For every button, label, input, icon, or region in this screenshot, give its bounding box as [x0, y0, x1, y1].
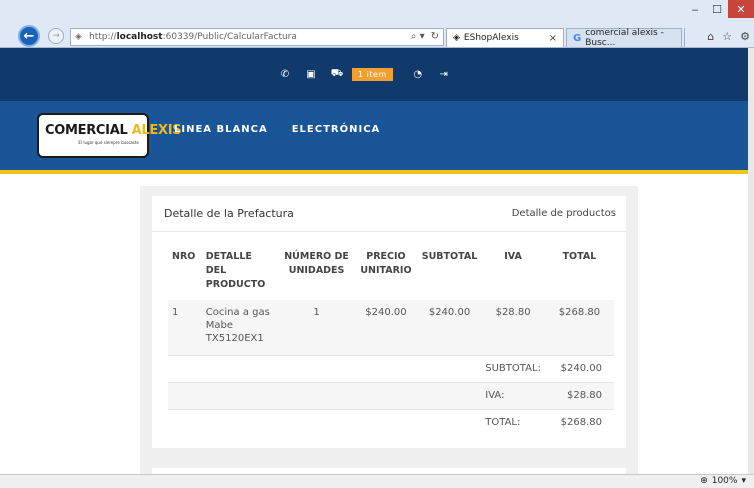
summary-spacer: [168, 381, 482, 409]
page-icon: ◈: [75, 32, 82, 42]
cell-producto: Cocina a gas Mabe TX5120EX1: [201, 300, 280, 355]
zoom-control[interactable]: ⊕ 100% ▾: [700, 476, 746, 486]
summary-spacer: [168, 354, 482, 382]
tab-label: comercial alexis - Busc...: [585, 28, 664, 48]
invoice-table-wrap: NRO DETALLE DEL PRODUCTO NÚMERO DE UNIDA…: [168, 248, 614, 436]
summary-total-value: $268.80: [544, 408, 614, 436]
tab-favicon-icon: ◈: [453, 33, 460, 43]
url-path: :60339/Public/CalcularFactura: [162, 32, 297, 42]
site-topbar: ✆ ▣ ⛟ 1 item ◔ ⇥: [0, 48, 754, 101]
chevron-down-icon[interactable]: ▾: [741, 476, 746, 486]
summary-subtotal-value: $240.00: [544, 354, 614, 382]
table-header-row: NRO DETALLE DEL PRODUCTO NÚMERO DE UNIDA…: [168, 248, 614, 300]
col-nro: NRO: [172, 251, 196, 262]
logout-icon[interactable]: ⇥: [431, 69, 457, 80]
cart-count-badge[interactable]: 1 item: [352, 68, 393, 81]
logo[interactable]: COMERCIAL ALEXIS El lugar que siempre bu…: [37, 113, 182, 158]
col-total: TOTAL: [562, 251, 597, 262]
summary-iva-label: IVA:: [481, 381, 545, 409]
panel-header: Detalle de la Prefactura Detalle de prod…: [152, 196, 626, 232]
logo-wordmark: COMERCIAL ALEXIS: [45, 123, 182, 138]
cell-total: $268.80: [544, 300, 614, 355]
minimize-icon[interactable]: ‒: [684, 0, 706, 18]
summary-row-subtotal: SUBTOTAL: $240.00: [168, 354, 614, 382]
summary-total-label: TOTAL:: [481, 408, 545, 436]
summary-row-iva: IVA: $28.80: [168, 381, 614, 409]
invoice-table: NRO DETALLE DEL PRODUCTO NÚMERO DE UNIDA…: [168, 248, 614, 436]
refresh-icon[interactable]: ↻: [431, 31, 439, 42]
cell-nro: 1: [168, 300, 202, 355]
invoice-panel: Detalle de la Prefactura Detalle de prod…: [152, 196, 626, 448]
cart-icon[interactable]: ⛟: [324, 68, 350, 81]
summary-iva-value: $28.80: [544, 381, 614, 409]
cell-precio: $240.00: [354, 300, 418, 355]
col-producto: DETALLE DEL PRODUCTO: [205, 251, 266, 290]
status-bar: ⊕ 100% ▾: [0, 474, 754, 488]
summary-spacer: [168, 408, 482, 436]
new-tab-button[interactable]: [684, 28, 698, 47]
panel-title: Detalle de la Prefactura: [164, 207, 294, 220]
forward-arrow-icon[interactable]: →: [48, 28, 64, 44]
col-subtotal: SUBTOTAL: [421, 251, 478, 262]
address-bar[interactable]: ◈ http://localhost:60339/Public/Calcular…: [70, 28, 444, 46]
nav-item-electronica[interactable]: ELECTRÓNICA: [292, 124, 381, 135]
main-content: Detalle de la Prefactura Detalle de prod…: [0, 174, 754, 478]
logo-word-left: COMERCIAL: [45, 123, 132, 138]
col-precio: PRECIO UNITARIO: [360, 251, 412, 276]
cell-subtotal: $240.00: [417, 300, 482, 355]
url-host: localhost: [116, 32, 163, 42]
cell-iva: $28.80: [481, 300, 545, 355]
zoom-icon: ⊕: [700, 476, 708, 486]
phone-icon[interactable]: ✆: [272, 69, 298, 80]
browser-chrome: ‒ ☐ ✕ ← → ◈ http://localhost:60339/Publi…: [0, 0, 754, 48]
home-icon[interactable]: ⌂: [707, 30, 714, 43]
url-prefix: http://: [89, 32, 117, 42]
invoice-container: Detalle de la Prefactura Detalle de prod…: [140, 186, 638, 478]
dashboard-icon[interactable]: ◔: [405, 69, 431, 80]
col-iva: IVA: [504, 251, 522, 262]
cell-unidades: 1: [279, 300, 355, 355]
google-icon: G: [573, 32, 582, 44]
top-nav: ✆ ▣ ⛟ 1 item ◔ ⇥: [272, 68, 457, 81]
favorites-star-icon[interactable]: ☆: [722, 30, 732, 43]
tab-google-search[interactable]: G comercial alexis - Busc...: [566, 28, 682, 48]
window-controls: ‒ ☐ ✕: [684, 0, 754, 18]
zoom-level: 100%: [711, 476, 738, 486]
main-menu: LINEA BLANCA ELECTRÓNICA: [174, 124, 380, 135]
settings-gear-icon[interactable]: ⚙: [740, 30, 750, 43]
col-unidades: NÚMERO DE UNIDADES: [284, 251, 349, 276]
nav-item-linea-blanca[interactable]: LINEA BLANCA: [174, 124, 268, 135]
maximize-icon[interactable]: ☐: [706, 0, 728, 18]
vertical-scrollbar[interactable]: [748, 48, 754, 474]
product-details-link[interactable]: Detalle de productos: [512, 208, 616, 219]
search-dropdown-icon[interactable]: ⌕ ▾: [411, 31, 425, 42]
login-icon[interactable]: ▣: [298, 69, 324, 80]
table-row: 1 Cocina a gas Mabe TX5120EX1 1 $240.00 …: [168, 300, 614, 355]
back-arrow-icon[interactable]: ←: [18, 25, 40, 47]
tab-eshopalexis[interactable]: ◈ EShopAlexis ×: [446, 28, 564, 47]
summary-row-total: TOTAL: $268.80: [168, 408, 614, 436]
summary-subtotal-label: SUBTOTAL:: [481, 354, 545, 382]
close-window-icon[interactable]: ✕: [728, 0, 754, 18]
tab-close-icon[interactable]: ×: [549, 33, 557, 44]
logo-tagline: El lugar que siempre buscaste: [78, 140, 139, 145]
tab-label: EShopAlexis: [463, 33, 519, 43]
